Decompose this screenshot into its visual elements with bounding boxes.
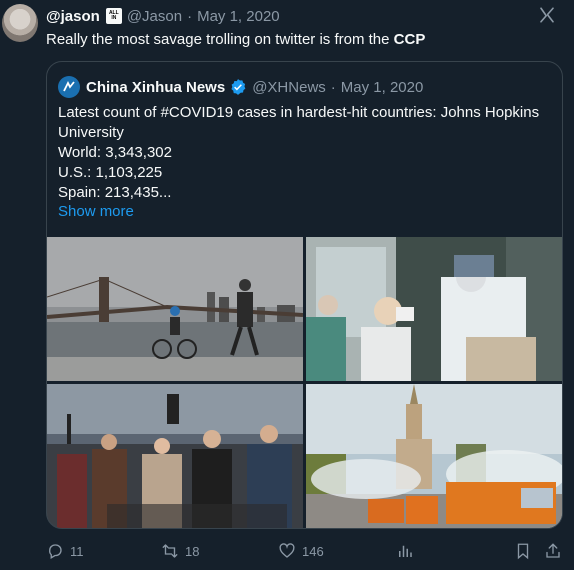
retweet-count: 18 (185, 543, 200, 559)
xinhua-logo-icon (63, 80, 75, 92)
tweet-text-main: Really the most savage trolling on twitt… (46, 31, 394, 48)
separator-dot: · (187, 7, 193, 25)
grok-icon[interactable] (538, 6, 556, 24)
reply-count: 11 (70, 543, 84, 559)
bookmark-button[interactable] (514, 540, 532, 562)
quote-line: Spain: 213,435... (58, 184, 172, 201)
like-button[interactable]: 146 (278, 540, 324, 562)
share-button[interactable] (544, 540, 562, 562)
quote-author-name[interactable]: China Xinhua News (86, 79, 225, 96)
share-icon (546, 543, 560, 558)
author-name[interactable]: @jason (46, 8, 100, 25)
reply-button[interactable]: 11 (46, 540, 84, 562)
media-grid (47, 237, 562, 528)
retweet-button[interactable]: 18 (161, 540, 199, 562)
quote-line: Latest count of #COVID19 cases in hardes… (58, 104, 540, 141)
action-bar: 11 18 146 (46, 540, 566, 562)
quote-date[interactable]: May 1, 2020 (341, 79, 424, 96)
author-handle[interactable]: @Jason (127, 8, 182, 25)
views-icon (399, 545, 412, 557)
affiliation-badge[interactable]: ALL IN (105, 8, 122, 24)
photo-medical-workers[interactable] (306, 237, 562, 381)
like-count: 146 (302, 543, 324, 559)
photo-crowd-masks[interactable] (47, 384, 303, 528)
show-more-link[interactable]: Show more (58, 203, 134, 220)
quote-line: World: 3,343,302 (58, 144, 172, 161)
tweet-text: Really the most savage trolling on twitt… (46, 31, 425, 48)
like-icon (279, 543, 295, 558)
views-button[interactable] (396, 540, 414, 562)
tweet-date[interactable]: May 1, 2020 (197, 8, 280, 25)
verified-badge-icon (231, 79, 246, 95)
author-avatar[interactable] (2, 4, 38, 42)
quote-line: U.S.: 1,103,225 (58, 164, 163, 181)
photo-bridge-cyclist[interactable] (47, 237, 303, 381)
quote-avatar[interactable] (58, 76, 80, 98)
quote-text: Latest count of #COVID19 cases in hardes… (58, 103, 553, 203)
reply-icon (49, 544, 62, 559)
retweet-icon (162, 544, 178, 558)
quote-header: China Xinhua News @XHNews · May 1, 2020 (58, 76, 423, 98)
quoted-tweet[interactable]: China Xinhua News @XHNews · May 1, 2020 … (46, 61, 563, 529)
photo-disinfection-trucks[interactable] (306, 384, 562, 528)
quote-separator-dot: · (330, 78, 336, 96)
tweet-text-bold: CCP (393, 31, 426, 48)
tweet-header: @jason ALL IN @Jason · May 1, 2020 (46, 6, 558, 26)
quote-handle[interactable]: @XHNews (252, 79, 326, 96)
bookmark-icon (517, 543, 529, 560)
